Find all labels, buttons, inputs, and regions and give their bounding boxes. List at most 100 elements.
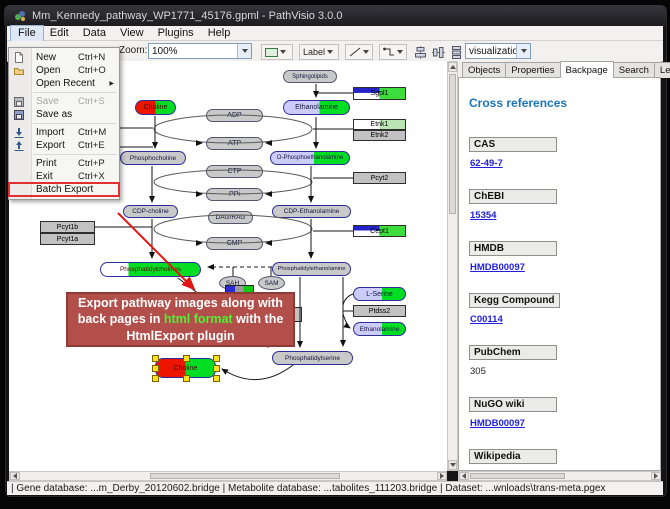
- zoom-dropdown-icon[interactable]: [237, 44, 251, 58]
- file-menu-item-save[interactable]: SaveCtrl+S: [9, 95, 119, 108]
- label-tool-button[interactable]: Label: [299, 44, 339, 60]
- file-menu-item-open-recent[interactable]: Open Recent▶: [9, 77, 119, 90]
- pathway-node-ppi[interactable]: PPi: [206, 188, 263, 201]
- pathway-node-etnk2[interactable]: Etnk2: [353, 130, 406, 141]
- tab-backpage[interactable]: Backpage: [560, 61, 614, 78]
- selection-handle[interactable]: [183, 355, 190, 362]
- xref-header-cas: CAS: [469, 137, 557, 152]
- xref-value-cas[interactable]: 62-49-7: [470, 158, 503, 169]
- menubar-item-edit[interactable]: Edit: [43, 26, 76, 41]
- pathway-node-sgpl1[interactable]: Sgpl1: [353, 87, 406, 100]
- panel-horizontal-scrollbar[interactable]: [458, 471, 661, 481]
- tab-properties[interactable]: Properties: [505, 62, 560, 78]
- selection-handle[interactable]: [213, 355, 220, 362]
- pathway-node-phosphatidylserine[interactable]: Phosphatidylserine: [272, 351, 353, 365]
- cross-references-heading: Cross references: [469, 96, 650, 110]
- xref-value-nugo-wiki[interactable]: HMDB00097: [470, 418, 525, 429]
- menubar-item-view[interactable]: View: [113, 26, 151, 41]
- scroll-right-icon[interactable]: [437, 472, 447, 480]
- visualization-dropdown-icon[interactable]: [516, 44, 530, 58]
- file-menu-item-new[interactable]: NewCtrl+N: [9, 51, 119, 64]
- pathway-node-ptdss2[interactable]: Ptdss2: [353, 305, 406, 317]
- title-bar[interactable]: Mm_Kennedy_pathway_WP1771_45176.gpml - P…: [4, 5, 666, 26]
- connector-icon: [383, 47, 395, 57]
- pathway-node-pcyt1b[interactable]: Pcyt1b: [40, 221, 95, 233]
- menubar-item-file[interactable]: File: [11, 26, 43, 41]
- selection-handle[interactable]: [152, 375, 159, 382]
- menu-item-label: Save as: [36, 109, 78, 120]
- xref-header-wikipedia: Wikipedia: [469, 449, 557, 464]
- pathway-node-sam[interactable]: SAM: [258, 276, 285, 290]
- file-menu-item-print[interactable]: PrintCtrl+P: [9, 157, 119, 170]
- selection-handle[interactable]: [183, 375, 190, 382]
- menubar-item-data[interactable]: Data: [76, 26, 113, 41]
- pathway-node-dag[interactable]: DAG/RAG: [208, 211, 253, 224]
- menubar-item-help[interactable]: Help: [201, 26, 238, 41]
- selection-handle[interactable]: [152, 365, 159, 372]
- pathway-node-choline-top[interactable]: Choline: [135, 100, 176, 115]
- pathway-node-ethanolamine-top[interactable]: Ethanolamine: [283, 100, 350, 115]
- file-menu-item-import[interactable]: ImportCtrl+M: [9, 126, 119, 139]
- file-menu-item-batch-export[interactable]: Batch Export: [9, 183, 119, 196]
- xref-header-chebi: ChEBI: [469, 189, 557, 204]
- visualization-combobox[interactable]: visualization: [465, 43, 531, 59]
- gene-tool-button[interactable]: [261, 44, 293, 60]
- selection-handle[interactable]: [213, 365, 220, 372]
- pathway-node-etnk1[interactable]: Etnk1: [353, 119, 406, 130]
- scroll-down-icon[interactable]: [448, 460, 457, 470]
- horizontal-scroll-thumb[interactable]: [150, 473, 340, 479]
- pathway-node-phosphocholine[interactable]: Phosphocholine: [120, 151, 186, 165]
- connector-tool-button[interactable]: [379, 44, 407, 60]
- file-menu-item-save-as[interactable]: Save as: [9, 108, 119, 121]
- pathway-node-l-serine[interactable]: L-Serine: [353, 287, 406, 301]
- menu-item-label: Open Recent: [36, 78, 95, 89]
- file-menu-item-export[interactable]: ExportCtrl+E: [9, 139, 119, 152]
- menu-item-label: Export: [36, 140, 78, 151]
- xref-value-hmdb[interactable]: HMDB00097: [470, 262, 525, 273]
- xref-header-hmdb: HMDB: [469, 241, 557, 256]
- zoom-combobox[interactable]: 100%: [148, 43, 252, 59]
- pathway-node-o-phosphoethanolamine[interactable]: O-Phosphoethanolamine: [270, 151, 350, 165]
- menubar-item-plugins[interactable]: Plugins: [151, 26, 201, 41]
- tab-search[interactable]: Search: [613, 62, 655, 78]
- pathway-node-cdp-ethanolamine[interactable]: CDP-Ethanolamine: [272, 205, 351, 218]
- align-middle-button[interactable]: [429, 44, 447, 60]
- pathway-node-ethanolamine-low[interactable]: Ethanolamine: [353, 322, 406, 336]
- align-center-button[interactable]: [411, 44, 429, 60]
- canvas-vertical-scrollbar[interactable]: [447, 61, 458, 471]
- tab-legend[interactable]: Legend: [654, 62, 670, 78]
- pathway-node-pcyt2[interactable]: Pcyt2: [353, 172, 406, 184]
- pathway-node-phosphatidylethanolamine[interactable]: Phosphatidylethanolamine: [272, 262, 351, 276]
- scroll-up-icon[interactable]: [448, 62, 457, 72]
- pathway-node-ctp[interactable]: CTP: [206, 165, 263, 178]
- panel-scroll-right-icon[interactable]: [651, 472, 661, 480]
- canvas-horizontal-scrollbar[interactable]: [9, 471, 447, 481]
- pathway-node-atp[interactable]: ATP: [206, 137, 263, 150]
- xref-value-kegg-compound[interactable]: C00114: [470, 314, 503, 325]
- panel-scroll-thumb[interactable]: [470, 473, 565, 479]
- pathway-node-phosphatidylcholines[interactable]: Phosphatidylcholines: [100, 262, 201, 277]
- panel-scroll-left-icon[interactable]: [459, 472, 469, 480]
- selection-handle[interactable]: [152, 355, 159, 362]
- xref-header-kegg-compound: Kegg Compound: [469, 293, 560, 308]
- stack-vertical-button[interactable]: [447, 44, 465, 60]
- gene-node-icon: [265, 48, 278, 57]
- side-panel-tabs: ObjectsPropertiesBackpageSearchLegend: [458, 61, 661, 78]
- pathway-node-cmp[interactable]: CMP: [206, 237, 263, 250]
- line-tool-button[interactable]: [345, 44, 373, 60]
- tab-objects[interactable]: Objects: [462, 62, 506, 78]
- vertical-scroll-thumb[interactable]: [449, 74, 456, 214]
- pathway-node-sphingolipids[interactable]: Sphingolipids: [283, 70, 337, 83]
- pathway-node-pcyt1a[interactable]: Pcyt1a: [40, 233, 95, 245]
- selection-handle[interactable]: [213, 375, 220, 382]
- menu-item-label: Open: [36, 65, 78, 76]
- file-menu-item-open[interactable]: OpenCtrl+O: [9, 64, 119, 77]
- pathway-node-adp[interactable]: ADP: [206, 109, 263, 122]
- screenshot-stage: Mm_Kennedy_pathway_WP1771_45176.gpml - P…: [0, 0, 670, 509]
- file-menu-item-exit[interactable]: ExitCtrl+X: [9, 170, 119, 183]
- pathway-node-cept1[interactable]: Cept1: [353, 225, 406, 237]
- annotation-callout: Export pathway images along with back pa…: [66, 292, 295, 347]
- xref-value-chebi[interactable]: 15354: [470, 210, 496, 221]
- pathway-node-cdp-choline[interactable]: CDP-choline: [123, 205, 178, 218]
- scroll-left-icon[interactable]: [10, 472, 20, 480]
